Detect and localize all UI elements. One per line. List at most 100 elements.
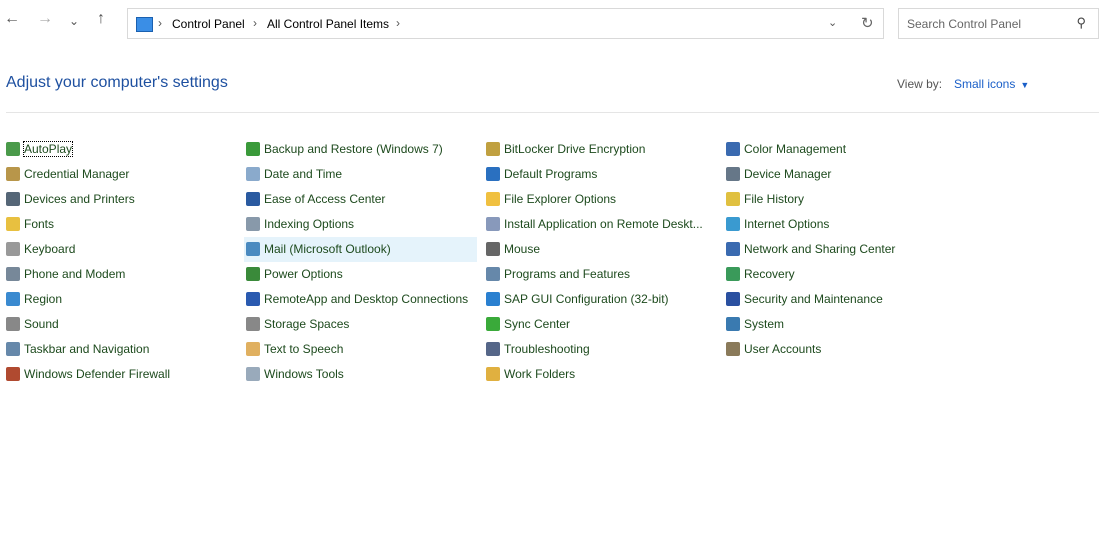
item-system[interactable]: System — [724, 312, 957, 337]
search-input[interactable] — [907, 17, 1067, 31]
address-dropdown-icon[interactable]: ⌄ — [828, 16, 837, 29]
item-mail-microsoft-outlook[interactable]: Mail (Microsoft Outlook) — [244, 237, 477, 262]
item-sap-gui-configuration-32-bit[interactable]: SAP GUI Configuration (32-bit) — [484, 287, 717, 312]
item-date-and-time[interactable]: Date and Time — [244, 162, 477, 187]
item-label: Indexing Options — [264, 217, 355, 231]
item-windows-defender-firewall[interactable]: Windows Defender Firewall — [4, 362, 237, 387]
caret-down-icon: ▼ — [1020, 80, 1030, 90]
item-sync-center[interactable]: Sync Center — [484, 312, 717, 337]
view-by-value: Small icons — [954, 77, 1016, 91]
view-by-label: View by: — [897, 77, 943, 91]
item-bitlocker-drive-encryption[interactable]: BitLocker Drive Encryption — [484, 137, 717, 162]
view-by-dropdown[interactable]: Small icons ▼ — [954, 77, 1029, 91]
item-text-to-speech[interactable]: Text to Speech — [244, 337, 477, 362]
item-fonts[interactable]: Fonts — [4, 212, 237, 237]
item-mouse[interactable]: Mouse — [484, 237, 717, 262]
internet-options-icon — [726, 217, 740, 231]
item-remoteapp-and-desktop-connections[interactable]: RemoteApp and Desktop Connections — [244, 287, 477, 312]
item-label: Storage Spaces — [264, 317, 350, 331]
windows-defender-firewall-icon — [6, 367, 20, 381]
item-file-history[interactable]: File History — [724, 187, 957, 212]
date-and-time-icon — [246, 167, 260, 181]
item-region[interactable]: Region — [4, 287, 237, 312]
item-label: Date and Time — [264, 167, 343, 181]
default-programs-icon — [486, 167, 500, 181]
item-label: Ease of Access Center — [264, 192, 386, 206]
item-ease-of-access-center[interactable]: Ease of Access Center — [244, 187, 477, 212]
credential-manager-icon — [6, 167, 20, 181]
recent-locations-button[interactable]: ⌄ — [69, 14, 79, 28]
item-label: Troubleshooting — [504, 342, 590, 356]
item-taskbar-and-navigation[interactable]: Taskbar and Navigation — [4, 337, 237, 362]
chevron-right-icon: › — [158, 16, 162, 30]
item-phone-and-modem[interactable]: Phone and Modem — [4, 262, 237, 287]
ease-of-access-center-icon — [246, 192, 260, 206]
forward-button[interactable]: → — [37, 10, 53, 28]
text-to-speech-icon — [246, 342, 260, 356]
color-management-icon — [726, 142, 740, 156]
item-label: Mail (Microsoft Outlook) — [264, 242, 391, 256]
item-credential-manager[interactable]: Credential Manager — [4, 162, 237, 187]
sync-center-icon — [486, 317, 500, 331]
item-file-explorer-options[interactable]: File Explorer Options — [484, 187, 717, 212]
item-power-options[interactable]: Power Options — [244, 262, 477, 287]
network-and-sharing-center-icon — [726, 242, 740, 256]
item-label: Backup and Restore (Windows 7) — [264, 142, 443, 156]
system-icon — [726, 317, 740, 331]
control-panel-icon — [136, 17, 153, 32]
file-history-icon — [726, 192, 740, 206]
item-device-manager[interactable]: Device Manager — [724, 162, 957, 187]
item-label: Programs and Features — [504, 267, 631, 281]
refresh-icon[interactable]: ↻ — [861, 14, 874, 32]
page-title: Adjust your computer's settings — [6, 74, 228, 91]
item-internet-options[interactable]: Internet Options — [724, 212, 957, 237]
item-default-programs[interactable]: Default Programs — [484, 162, 717, 187]
item-security-and-maintenance[interactable]: Security and Maintenance — [724, 287, 957, 312]
remoteapp-and-desktop-connections-icon — [246, 292, 260, 306]
item-label: Internet Options — [744, 217, 830, 231]
sound-icon — [6, 317, 20, 331]
item-label: File History — [744, 192, 805, 206]
security-and-maintenance-icon — [726, 292, 740, 306]
item-label: Color Management — [744, 142, 847, 156]
item-indexing-options[interactable]: Indexing Options — [244, 212, 477, 237]
item-color-management[interactable]: Color Management — [724, 137, 957, 162]
bitlocker-drive-encryption-icon — [486, 142, 500, 156]
backup-and-restore-windows-7-icon — [246, 142, 260, 156]
breadcrumb-all-items[interactable]: All Control Panel Items — [267, 17, 389, 31]
item-backup-and-restore-windows-7[interactable]: Backup and Restore (Windows 7) — [244, 137, 477, 162]
item-label: Devices and Printers — [24, 192, 135, 206]
item-user-accounts[interactable]: User Accounts — [724, 337, 957, 362]
item-troubleshooting[interactable]: Troubleshooting — [484, 337, 717, 362]
search-box[interactable]: ⚲ — [898, 8, 1099, 39]
programs-and-features-icon — [486, 267, 500, 281]
item-keyboard[interactable]: Keyboard — [4, 237, 237, 262]
item-programs-and-features[interactable]: Programs and Features — [484, 262, 717, 287]
item-label: Default Programs — [504, 167, 598, 181]
item-sound[interactable]: Sound — [4, 312, 237, 337]
back-button[interactable]: ← — [4, 10, 20, 28]
item-work-folders[interactable]: Work Folders — [484, 362, 717, 387]
region-icon — [6, 292, 20, 306]
search-icon[interactable]: ⚲ — [1076, 15, 1086, 31]
item-storage-spaces[interactable]: Storage Spaces — [244, 312, 477, 337]
item-label: Security and Maintenance — [744, 292, 883, 306]
breadcrumb-control-panel[interactable]: Control Panel — [172, 17, 245, 31]
item-windows-tools[interactable]: Windows Tools — [244, 362, 477, 387]
item-recovery[interactable]: Recovery — [724, 262, 957, 287]
up-button[interactable]: ↑ — [97, 10, 105, 28]
indexing-options-icon — [246, 217, 260, 231]
address-bar[interactable]: › Control Panel › All Control Panel Item… — [127, 8, 884, 39]
chevron-right-icon: › — [396, 16, 400, 30]
item-label: Taskbar and Navigation — [24, 342, 150, 356]
item-label: User Accounts — [744, 342, 822, 356]
power-options-icon — [246, 267, 260, 281]
taskbar-and-navigation-icon — [6, 342, 20, 356]
item-label: Fonts — [24, 217, 55, 231]
keyboard-icon — [6, 242, 20, 256]
item-label: Install Application on Remote Deskt... — [504, 217, 703, 231]
item-network-and-sharing-center[interactable]: Network and Sharing Center — [724, 237, 957, 262]
item-install-application-on-remote-deskt[interactable]: Install Application on Remote Deskt... — [484, 212, 717, 237]
item-devices-and-printers[interactable]: Devices and Printers — [4, 187, 237, 212]
item-autoplay[interactable]: AutoPlay — [4, 137, 237, 162]
